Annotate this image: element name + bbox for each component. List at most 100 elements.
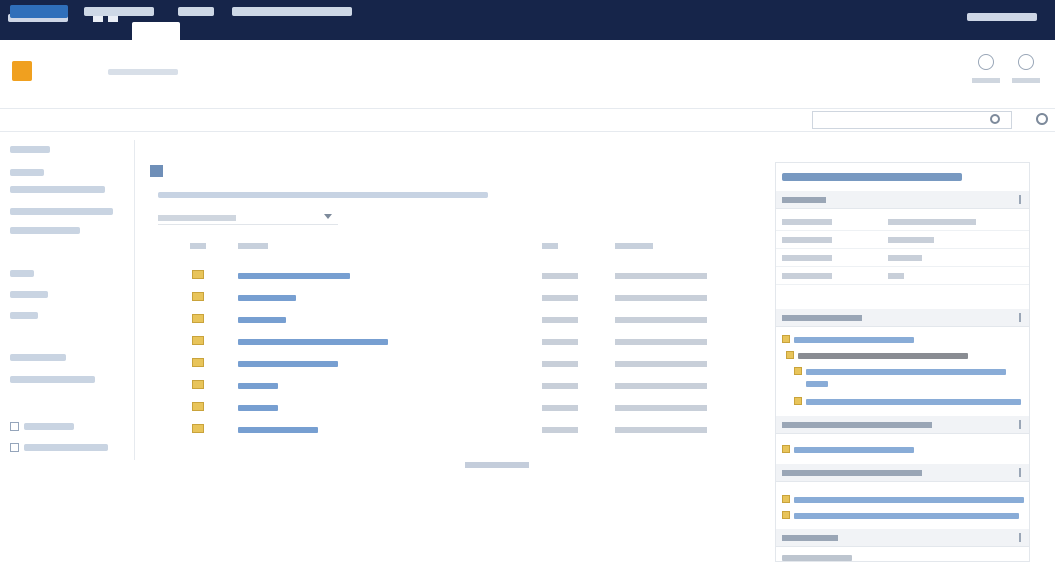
- view-label: [158, 215, 236, 221]
- leftnav-item[interactable]: [10, 312, 38, 319]
- property-value: [888, 255, 922, 261]
- leftnav-item[interactable]: [24, 423, 74, 430]
- section-label: [782, 315, 862, 321]
- share-icon[interactable]: [978, 54, 994, 70]
- nav-item-departments[interactable]: [84, 7, 154, 16]
- folder-icon: [782, 495, 790, 503]
- leftnav-item[interactable]: [10, 169, 44, 176]
- view-selector[interactable]: [158, 211, 338, 225]
- leftnav-item[interactable]: [10, 186, 105, 193]
- table-row[interactable]: [150, 375, 740, 397]
- table-row[interactable]: [150, 353, 740, 375]
- tab-browse[interactable]: [132, 22, 180, 40]
- gear-icon[interactable]: [1036, 113, 1048, 125]
- folder-icon: [192, 358, 204, 367]
- leftnav-item[interactable]: [10, 227, 80, 234]
- panel-section-header[interactable]: [776, 309, 1029, 327]
- tab-page[interactable]: [182, 22, 222, 40]
- related-link[interactable]: [806, 369, 1006, 375]
- table-row[interactable]: [150, 397, 740, 419]
- item-name[interactable]: [238, 405, 278, 411]
- item-name[interactable]: [238, 273, 350, 279]
- leftnav-item[interactable]: [10, 270, 34, 277]
- related-link[interactable]: [794, 513, 1019, 519]
- panel-section-header[interactable]: [776, 464, 1029, 482]
- follow-label[interactable]: [1012, 78, 1040, 83]
- folder-icon: [794, 367, 802, 375]
- item-modified: [615, 273, 707, 279]
- column-header[interactable]: [615, 243, 653, 249]
- related-link[interactable]: [798, 353, 968, 359]
- section-menu-icon[interactable]: [1019, 313, 1021, 322]
- search-icon[interactable]: [990, 114, 1000, 124]
- related-link[interactable]: [806, 381, 828, 387]
- folder-icon: [192, 424, 204, 433]
- details-panel: [775, 162, 1030, 562]
- related-link[interactable]: [806, 399, 1021, 405]
- folder-icon: [192, 270, 204, 279]
- folder-icon: [192, 336, 204, 345]
- related-link[interactable]: [794, 497, 1024, 503]
- library-path[interactable]: [158, 192, 488, 198]
- leftnav-item[interactable]: [10, 146, 50, 153]
- item-name[interactable]: [238, 383, 278, 389]
- nav-item-search[interactable]: [178, 7, 214, 16]
- library-icon: [150, 165, 163, 177]
- site-logo[interactable]: [12, 61, 32, 81]
- column-header[interactable]: [238, 243, 268, 249]
- leftnav-item[interactable]: [10, 354, 66, 361]
- property-value: [888, 219, 976, 225]
- related-link: [782, 555, 852, 561]
- folder-icon: [192, 314, 204, 323]
- panel-title[interactable]: [782, 173, 962, 181]
- item-name[interactable]: [238, 295, 296, 301]
- table-row[interactable]: [150, 265, 740, 287]
- leftnav-item[interactable]: [10, 376, 95, 383]
- item-size: [542, 339, 578, 345]
- section-menu-icon[interactable]: [1019, 195, 1021, 204]
- panel-section-header[interactable]: [776, 416, 1029, 434]
- item-size: [542, 427, 578, 433]
- folder-icon: [794, 397, 802, 405]
- property-value: [888, 273, 904, 279]
- pager[interactable]: [465, 462, 529, 468]
- table-row[interactable]: [150, 331, 740, 353]
- table-row[interactable]: [150, 419, 740, 441]
- column-header[interactable]: [190, 243, 206, 249]
- table-row[interactable]: [150, 309, 740, 331]
- nav-item-more[interactable]: [232, 7, 352, 16]
- folder-icon: [192, 380, 204, 389]
- item-name[interactable]: [238, 361, 338, 367]
- panel-section-header[interactable]: [776, 529, 1029, 547]
- site-contents-icon: [10, 443, 19, 452]
- leftnav-item[interactable]: [10, 208, 113, 215]
- share-label[interactable]: [972, 78, 1000, 83]
- user-menu[interactable]: [967, 13, 1037, 21]
- property-row: [776, 249, 1029, 267]
- column-header[interactable]: [542, 243, 558, 249]
- section-menu-icon[interactable]: [1019, 468, 1021, 477]
- folder-icon: [782, 335, 790, 343]
- search-input[interactable]: [812, 111, 1012, 129]
- section-menu-icon[interactable]: [1019, 420, 1021, 429]
- item-name[interactable]: [238, 339, 388, 345]
- site-header: [0, 40, 1055, 110]
- follow-icon[interactable]: [1018, 54, 1034, 70]
- related-link[interactable]: [794, 447, 914, 453]
- folder-icon: [192, 402, 204, 411]
- panel-section-header[interactable]: [776, 191, 1029, 209]
- item-size: [542, 317, 578, 323]
- item-size: [542, 273, 578, 279]
- leftnav-item[interactable]: [10, 291, 48, 298]
- leftnav-item[interactable]: [24, 444, 108, 451]
- property-row: [776, 213, 1029, 231]
- section-menu-icon[interactable]: [1019, 533, 1021, 542]
- item-name[interactable]: [238, 427, 318, 433]
- related-link[interactable]: [794, 337, 914, 343]
- breadcrumb[interactable]: [108, 69, 178, 75]
- nav-item-home[interactable]: [10, 5, 68, 18]
- property-key: [782, 237, 832, 243]
- table-row[interactable]: [150, 287, 740, 309]
- item-size: [542, 405, 578, 411]
- item-name[interactable]: [238, 317, 286, 323]
